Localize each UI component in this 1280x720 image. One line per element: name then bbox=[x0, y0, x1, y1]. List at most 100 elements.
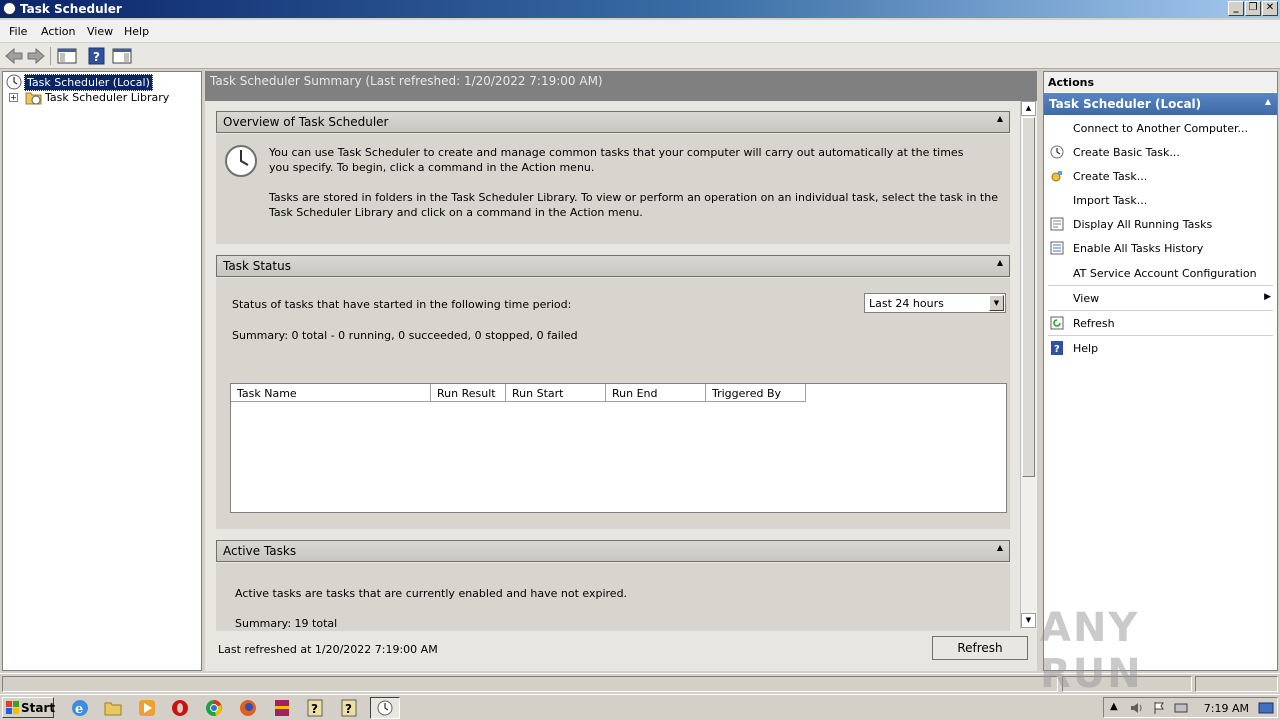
tree-item-task-scheduler-library[interactable]: Task Scheduler Library bbox=[45, 91, 169, 104]
task-status-section-title: Task Status bbox=[223, 259, 291, 273]
expand-toggle[interactable]: + bbox=[9, 93, 18, 102]
clock-icon bbox=[377, 700, 393, 716]
time-period-value: Last 24 hours bbox=[869, 297, 944, 310]
network-icon[interactable] bbox=[1174, 701, 1188, 715]
console-tree: Task Scheduler (Local) + Task Scheduler … bbox=[2, 71, 202, 671]
toolbar: ? bbox=[0, 43, 1280, 69]
taskbar-task-scheduler-button[interactable] bbox=[370, 697, 400, 719]
help-icon[interactable]: ? bbox=[87, 47, 107, 65]
tree-item-task-scheduler-local[interactable]: Task Scheduler (Local) bbox=[24, 74, 153, 91]
action-create-task[interactable]: Create Task... bbox=[1044, 166, 1277, 188]
action-at-service-account-configuration[interactable]: AT Service Account Configuration bbox=[1044, 263, 1277, 285]
time-period-select[interactable]: Last 24 hours ▼ bbox=[864, 293, 1006, 313]
show-hide-action-pane-icon[interactable] bbox=[112, 47, 132, 65]
minimize-button[interactable]: _ bbox=[1228, 1, 1244, 16]
actions-group-header[interactable]: Task Scheduler (Local) ▲ bbox=[1044, 93, 1277, 115]
close-button[interactable]: ✕ bbox=[1262, 1, 1278, 16]
scroll-down-icon[interactable]: ▼ bbox=[1021, 613, 1036, 628]
action-create-basic-task[interactable]: Create Basic Task... bbox=[1044, 142, 1277, 164]
action-view[interactable]: View ▶ bbox=[1044, 288, 1277, 310]
opera-icon[interactable] bbox=[170, 698, 190, 718]
column-header-run-end[interactable]: Run End bbox=[606, 384, 706, 402]
forward-arrow-icon[interactable] bbox=[26, 47, 46, 65]
clock[interactable]: 7:19 AM bbox=[1204, 702, 1249, 715]
status-pane-main bbox=[2, 676, 1058, 692]
action-help[interactable]: ? Help bbox=[1044, 338, 1277, 360]
actions-title: Actions bbox=[1044, 72, 1277, 92]
windows-logo-icon bbox=[6, 701, 19, 714]
action-label: Display All Running Tasks bbox=[1073, 218, 1213, 231]
system-tray: ▲ 7:19 AM bbox=[1103, 697, 1278, 718]
task-status-section-header[interactable]: Task Status ▲ bbox=[216, 255, 1010, 277]
show-desktop-icon[interactable] bbox=[1258, 701, 1274, 715]
overview-section-header[interactable]: Overview of Task Scheduler ▲ bbox=[216, 111, 1010, 133]
action-label: Import Task... bbox=[1073, 194, 1148, 207]
svg-text:e: e bbox=[75, 702, 83, 717]
show-hidden-icons-icon[interactable]: ▲ bbox=[1110, 701, 1118, 712]
action-label: Create Task... bbox=[1073, 170, 1148, 183]
chrome-icon[interactable] bbox=[204, 698, 224, 718]
column-header-task-name[interactable]: Task Name bbox=[231, 384, 431, 402]
window-title: Task Scheduler bbox=[20, 2, 122, 16]
collapse-chevron-icon[interactable]: ▲ bbox=[997, 258, 1003, 267]
clock-icon bbox=[6, 74, 22, 90]
media-player-icon[interactable] bbox=[137, 698, 157, 718]
collapse-chevron-icon[interactable]: ▲ bbox=[997, 114, 1003, 123]
menu-file[interactable]: File bbox=[9, 25, 27, 38]
chevron-down-icon[interactable]: ▼ bbox=[989, 295, 1004, 311]
tasks-history-icon bbox=[1050, 241, 1064, 255]
folder-clock-icon bbox=[25, 92, 42, 105]
scrollbar-thumb[interactable] bbox=[1022, 117, 1035, 477]
create-basic-task-icon bbox=[1050, 145, 1064, 159]
title-bar: Task Scheduler _ ❐ ✕ bbox=[0, 0, 1280, 18]
volume-icon[interactable] bbox=[1130, 701, 1144, 715]
file-explorer-icon[interactable] bbox=[103, 698, 123, 718]
create-task-icon bbox=[1051, 171, 1062, 182]
show-hide-console-tree-icon[interactable] bbox=[57, 47, 77, 65]
overview-paragraph-2: Tasks are stored in folders in the Task … bbox=[269, 191, 998, 219]
overview-paragraph-1: You can use Task Scheduler to create and… bbox=[269, 146, 964, 174]
column-header-run-result[interactable]: Run Result bbox=[431, 384, 506, 402]
svg-text:?: ? bbox=[1054, 344, 1060, 355]
overview-section-title: Overview of Task Scheduler bbox=[223, 115, 389, 129]
collapse-chevron-icon[interactable]: ▲ bbox=[1265, 97, 1271, 106]
svg-text:?: ? bbox=[311, 702, 318, 716]
action-connect-to-another-computer[interactable]: Connect to Another Computer... bbox=[1044, 118, 1277, 140]
column-header-triggered-by[interactable]: Triggered By bbox=[706, 384, 806, 402]
maximize-button[interactable]: ❐ bbox=[1245, 1, 1261, 16]
summary-header-text: Task Scheduler Summary (Last refreshed: … bbox=[210, 74, 603, 88]
column-header-run-start[interactable]: Run Start bbox=[506, 384, 606, 402]
help-file-icon-2[interactable]: ? bbox=[339, 698, 359, 718]
menu-help[interactable]: Help bbox=[124, 25, 149, 38]
action-display-all-running-tasks[interactable]: Display All Running Tasks bbox=[1044, 214, 1277, 236]
help-file-icon[interactable]: ? bbox=[305, 698, 325, 718]
submenu-arrow-icon: ▶ bbox=[1264, 292, 1271, 302]
action-import-task[interactable]: Import Task... bbox=[1044, 190, 1277, 212]
svg-text:?: ? bbox=[345, 702, 352, 716]
active-tasks-summary: Summary: 19 total bbox=[235, 617, 338, 630]
collapse-chevron-icon[interactable]: ▲ bbox=[997, 543, 1003, 552]
action-label: Connect to Another Computer... bbox=[1073, 122, 1248, 135]
refresh-button[interactable]: Refresh bbox=[932, 636, 1028, 660]
internet-explorer-icon[interactable]: e bbox=[70, 698, 90, 718]
actions-separator bbox=[1048, 310, 1273, 311]
scroll-up-icon[interactable]: ▲ bbox=[1021, 101, 1036, 116]
task-scheduler-clock-icon bbox=[3, 2, 16, 15]
action-refresh[interactable]: Refresh bbox=[1044, 313, 1277, 335]
action-label: Enable All Tasks History bbox=[1073, 242, 1204, 255]
action-label: Refresh bbox=[1073, 317, 1115, 330]
start-button[interactable]: Start bbox=[2, 697, 55, 718]
menu-view[interactable]: View bbox=[87, 25, 113, 38]
task-status-table: Task Name Run Result Run Start Run End T… bbox=[230, 383, 1007, 513]
action-enable-all-tasks-history[interactable]: Enable All Tasks History bbox=[1044, 238, 1277, 260]
firefox-icon[interactable] bbox=[238, 698, 258, 718]
menu-action[interactable]: Action bbox=[41, 25, 75, 38]
actions-separator bbox=[1048, 285, 1273, 286]
active-tasks-section-header[interactable]: Active Tasks ▲ bbox=[216, 540, 1010, 562]
overview-section-body: You can use Task Scheduler to create and… bbox=[216, 134, 1010, 244]
winrar-icon[interactable] bbox=[272, 698, 292, 718]
back-arrow-icon[interactable] bbox=[4, 47, 24, 65]
svg-text:?: ? bbox=[93, 50, 100, 64]
action-center-flag-icon[interactable] bbox=[1152, 701, 1166, 715]
action-label: Create Basic Task... bbox=[1073, 146, 1180, 159]
